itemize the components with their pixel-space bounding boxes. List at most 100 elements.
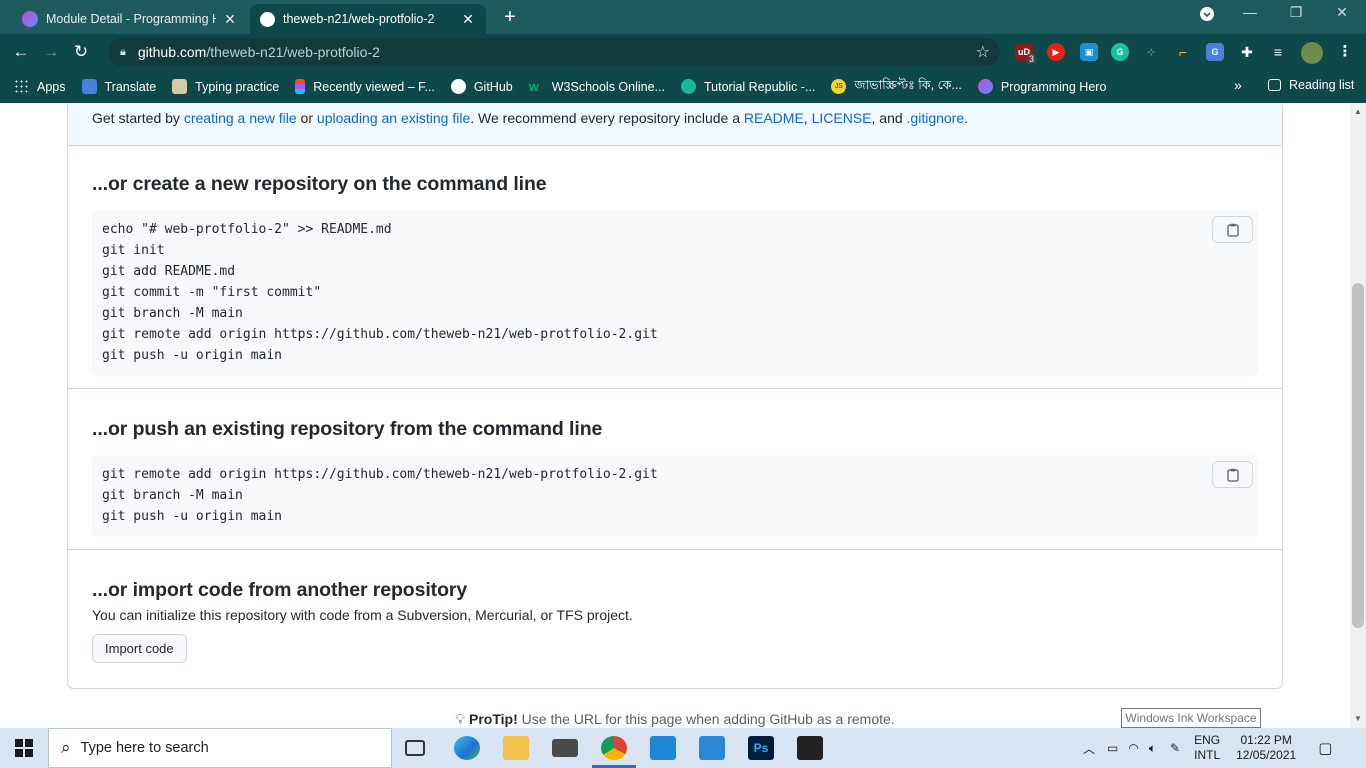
search-icon: ⌕ [61,738,71,757]
setup-text: Get started by [92,110,184,126]
minimize-icon[interactable]: — [1230,4,1270,20]
js-icon: JS [831,79,847,94]
translate-icon [81,79,97,94]
store-icon[interactable] [699,736,725,760]
protip-text: Use the URL for this page when adding Gi… [517,711,895,727]
reading-list-label: Reading list [1289,78,1355,92]
bookmark-typing-practice[interactable]: Typing practice [172,79,279,94]
clipboard-icon [1226,468,1239,482]
bookmarks-bar: Apps Translate Typing practice Recently … [0,70,1366,103]
quick-setup-strip: Get started by creating a new file or up… [68,103,1282,146]
code-line: git push -u origin main [102,348,283,363]
chrome-menu-icon[interactable]: ⋮ [1336,43,1354,61]
search-placeholder: Type here to search [80,740,209,756]
volume-icon[interactable]: 🔈︎ [1149,741,1156,756]
pen-ink-icon[interactable]: ✎ [1170,741,1180,755]
chrome-icon[interactable] [601,736,627,760]
tab-search-icon[interactable] [1187,6,1227,25]
create-repo-code: echo "# web-protfolio-2" >> README.md gi… [92,210,1258,376]
media-control-icon[interactable]: ≡ [1269,43,1287,61]
programming-hero-icon [977,79,993,94]
bookmark-figma[interactable]: Recently viewed – F... [295,79,435,94]
tab-module-detail[interactable]: Module Detail - Programming He ✕ [12,4,248,34]
task-view-icon[interactable] [405,740,425,756]
windows-taskbar: ⌕ Type here to search Ps ︿ ▭ ◠ 🔈︎ ✎ ENG … [0,728,1366,768]
scroll-up-icon[interactable]: ▲ [1353,107,1363,116]
reload-icon[interactable]: ↻ [66,42,96,62]
picker-extension-icon[interactable]: ⌐ [1174,43,1192,61]
tab-github-repo[interactable]: theweb-n21/web-protfolio-2 ✕ [250,4,486,34]
browser-toolbar: ← → ↻ 🔒︎ github.com /theweb-n21/web-prot… [0,34,1366,70]
code-line: git push -u origin main [102,509,283,524]
notifications-icon[interactable]: ▢ [1318,739,1332,757]
restore-icon[interactable]: ❐ [1276,4,1316,21]
create-new-file-link[interactable]: creating a new file [184,110,297,126]
copy-clipboard-button[interactable] [1212,216,1253,243]
bookmark-label: Recently viewed – F... [313,79,435,94]
profile-avatar[interactable] [1301,42,1323,64]
github-page: Get started by creating a new file or up… [0,103,1350,728]
photoshop-icon[interactable]: Ps [748,736,774,760]
bookmark-github[interactable]: GitHub [450,79,513,94]
forward-icon[interactable]: → [36,42,66,62]
tab-strip: Module Detail - Programming He ✕ theweb-… [0,0,1366,34]
copy-clipboard-button[interactable] [1212,461,1253,488]
import-heading: ...or import code from another repositor… [92,579,468,601]
back-icon[interactable]: ← [6,42,36,62]
mail-icon[interactable] [552,739,578,757]
google-translate-extension-icon[interactable]: G [1206,43,1224,61]
show-hidden-icons-icon[interactable]: ︿ [1083,740,1095,757]
bookmark-star-icon[interactable]: ☆ [976,42,990,62]
address-bar[interactable]: 🔒︎ github.com /theweb-n21/web-protfolio-… [108,38,1000,66]
close-tab-icon[interactable]: ✕ [460,11,476,28]
reading-list-button[interactable]: Reading list [1268,78,1354,92]
youtube-extension-icon[interactable]: ▶ [1047,43,1065,61]
lock-icon: 🔒︎ [120,45,126,58]
code-line: echo "# web-protfolio-2" >> README.md [102,222,392,237]
extensions-puzzle-icon[interactable]: ✚ [1238,43,1256,61]
start-button[interactable] [0,728,48,768]
wifi-icon[interactable]: ◠ [1128,741,1138,755]
bookmark-translate[interactable]: Translate [81,79,156,94]
tab-title: theweb-n21/web-protfolio-2 [283,12,435,26]
page-scrollbar[interactable]: ▲ ▼ [1350,103,1366,728]
tutorial-republic-icon [680,79,696,94]
scroll-down-icon[interactable]: ▼ [1353,714,1363,723]
lightbulb-icon: 💡︎ [455,711,466,727]
gitignore-link[interactable]: .gitignore [907,110,965,126]
new-tab-button[interactable]: + [498,6,522,30]
figma-icon [295,79,306,94]
language-indicator[interactable]: ENG INTL [1194,733,1220,763]
readme-link[interactable]: README [744,110,804,126]
bookmark-label: W3Schools Online... [551,79,665,94]
vscode-icon[interactable] [650,736,676,760]
grammarly-extension-icon[interactable]: G [1111,43,1129,61]
bookmark-programming-hero[interactable]: Programming Hero [977,79,1106,94]
import-section: ...or import code from another repositor… [68,579,1282,663]
upload-file-link[interactable]: uploading an existing file [317,110,470,126]
battery-icon[interactable]: ▭ [1107,741,1118,755]
clock-time: 01:22 PM [1240,733,1292,747]
windows-logo-icon [15,739,33,757]
bookmark-w3schools[interactable]: w W3Schools Online... [529,79,665,94]
import-code-button[interactable]: Import code [92,634,187,663]
bookmark-label: জাভাস্ক্রিপ্টঃ কি, কে... [854,77,962,92]
taskbar-search[interactable]: ⌕ Type here to search [48,728,392,768]
disabled-extension-icon[interactable]: ⊹ [1142,43,1160,61]
bookmark-javascript-bangla[interactable]: JS জাভাস্ক্রিপ্টঃ কি, কে... [831,77,962,97]
snip-tool-icon[interactable] [797,736,823,760]
bookmark-label: Apps [37,79,66,94]
code-line: git remote add origin https://github.com… [102,467,658,482]
edge-icon[interactable] [454,736,480,760]
license-link[interactable]: LICENSE [812,110,872,126]
bookmark-tutorial-republic[interactable]: Tutorial Republic -... [680,79,815,94]
section-divider [68,549,1282,550]
file-explorer-icon[interactable] [503,736,529,760]
screenshot-extension-icon[interactable]: ▣ [1080,43,1098,61]
scroll-thumb[interactable] [1352,283,1364,628]
bookmark-apps[interactable]: Apps [14,79,66,94]
close-tab-icon[interactable]: ✕ [222,11,238,28]
more-bookmarks-icon[interactable]: » [1234,77,1242,93]
clock[interactable]: 01:22 PM 12/05/2021 [1236,733,1296,763]
close-window-icon[interactable]: ✕ [1322,4,1362,21]
